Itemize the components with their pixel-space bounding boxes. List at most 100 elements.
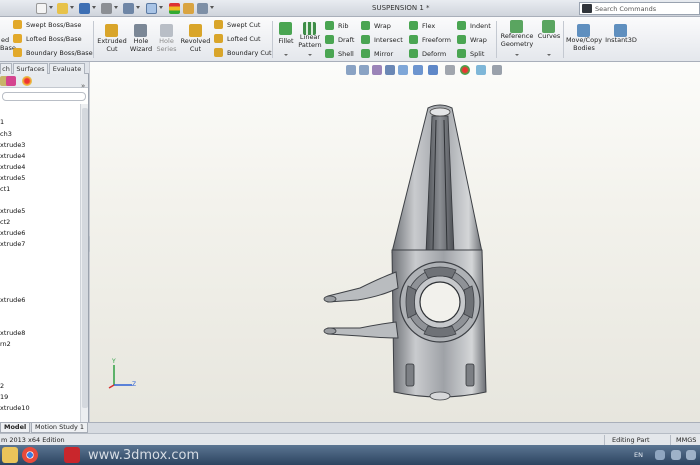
tab-motion-study-1[interactable]: Motion Study 1 bbox=[31, 423, 89, 433]
flex-button[interactable]: Flex bbox=[422, 22, 435, 30]
feature-tree-item[interactable]: xtrude10 bbox=[0, 404, 30, 412]
split-button[interactable]: Split bbox=[470, 50, 484, 58]
fillet-button[interactable]: Fillet bbox=[274, 37, 298, 46]
folder-taskbar-icon[interactable] bbox=[2, 447, 18, 463]
configuration-manager-icon[interactable] bbox=[6, 76, 16, 86]
wrap-button[interactable]: Wrap bbox=[374, 22, 391, 30]
select-dropdown-icon[interactable] bbox=[159, 6, 163, 9]
wrap-2-button[interactable]: Wrap bbox=[470, 36, 487, 44]
save-icon[interactable] bbox=[79, 3, 90, 14]
language-indicator[interactable]: EN bbox=[634, 451, 643, 459]
mirror-button[interactable]: Mirror bbox=[374, 50, 393, 58]
indent-button[interactable]: Indent bbox=[470, 22, 491, 30]
new-document-icon[interactable] bbox=[36, 3, 47, 14]
swept-boss-button[interactable]: Swept Boss/Base bbox=[26, 21, 81, 29]
open-folder-icon[interactable] bbox=[57, 3, 68, 14]
feature-tree-item[interactable]: xtrude5 bbox=[0, 207, 25, 215]
hide-show-items-icon[interactable] bbox=[445, 65, 455, 75]
feature-tree-item[interactable]: xtrude6 bbox=[0, 296, 25, 304]
display-style-icon[interactable] bbox=[428, 65, 438, 75]
feature-tree-item[interactable]: xtrude7 bbox=[0, 240, 25, 248]
display-manager-icon[interactable] bbox=[22, 76, 32, 86]
tab-surfaces[interactable]: Surfaces bbox=[13, 63, 48, 74]
shell-button[interactable]: Shell bbox=[338, 50, 354, 58]
deform-button[interactable]: Deform bbox=[422, 50, 446, 58]
feature-tree-item[interactable]: ct1 bbox=[0, 185, 10, 193]
boundary-boss-button[interactable]: Boundary Boss/Base bbox=[26, 49, 93, 57]
draft-button[interactable]: Draft bbox=[338, 36, 354, 44]
units-text[interactable]: MMGS bbox=[676, 436, 696, 444]
tray-icon[interactable] bbox=[655, 450, 665, 460]
lofted-cut-button[interactable]: Lofted Cut bbox=[227, 35, 261, 43]
view-orientation-icon[interactable] bbox=[413, 65, 423, 75]
extruded-boss-label-partial[interactable]: ed bbox=[1, 36, 9, 44]
reference-geometry-button[interactable]: Reference Geometry bbox=[498, 32, 536, 48]
feature-tree-item[interactable]: rn2 bbox=[0, 340, 11, 348]
feature-tree-item[interactable]: 19 bbox=[0, 393, 8, 401]
dynamic-annotation-icon[interactable] bbox=[398, 65, 408, 75]
lofted-boss-button[interactable]: Lofted Boss/Base bbox=[26, 35, 82, 43]
curves-dropdown-icon[interactable] bbox=[547, 54, 551, 56]
linear-pattern-dropdown-icon[interactable] bbox=[308, 54, 312, 56]
instant3d-button[interactable]: Instant3D bbox=[603, 36, 639, 45]
scroll-thumb[interactable] bbox=[82, 108, 88, 408]
undo-dropdown-icon[interactable] bbox=[136, 6, 140, 9]
undo-icon[interactable] bbox=[123, 3, 134, 14]
file-properties-icon[interactable] bbox=[183, 3, 194, 14]
open-dropdown-icon[interactable] bbox=[70, 6, 74, 9]
linear-pattern-button[interactable]: Linear Pattern bbox=[296, 33, 324, 49]
print-dropdown-icon[interactable] bbox=[114, 6, 118, 9]
feature-tree-item[interactable]: xtrude4 bbox=[0, 163, 25, 171]
zoom-to-fit-icon[interactable] bbox=[346, 65, 356, 75]
curves-button[interactable]: Curves bbox=[535, 32, 563, 41]
suspension-part-model[interactable] bbox=[320, 102, 560, 404]
revolved-cut-button[interactable]: Revolved Cut bbox=[179, 37, 212, 53]
intersect-icon bbox=[361, 35, 370, 44]
search-commands-input[interactable]: Search Commands bbox=[579, 2, 700, 15]
expand-panel-icon[interactable]: » bbox=[81, 82, 85, 90]
freeform-button[interactable]: Freeform bbox=[422, 36, 451, 44]
options-icon[interactable] bbox=[197, 3, 208, 14]
solidworks-taskbar-icon[interactable] bbox=[64, 447, 80, 463]
new-dropdown-icon[interactable] bbox=[49, 6, 53, 9]
feature-tree-item[interactable]: xtrude4 bbox=[0, 152, 25, 160]
feature-tree-item[interactable]: xtrude8 bbox=[0, 329, 25, 337]
swept-cut-button[interactable]: Swept Cut bbox=[227, 21, 260, 29]
print-icon[interactable] bbox=[101, 3, 112, 14]
feature-tree-item[interactable]: 1 bbox=[0, 118, 4, 126]
network-tray-icon[interactable] bbox=[686, 450, 696, 460]
edit-appearance-icon[interactable] bbox=[460, 65, 470, 75]
feature-tree-item[interactable]: xtrude3 bbox=[0, 141, 25, 149]
section-view-icon[interactable] bbox=[385, 65, 395, 75]
zoom-to-area-icon[interactable] bbox=[359, 65, 369, 75]
rib-button[interactable]: Rib bbox=[338, 22, 348, 30]
fillet-dropdown-icon[interactable] bbox=[284, 54, 288, 56]
extruded-cut-button[interactable]: Extruded Cut bbox=[96, 37, 128, 53]
save-dropdown-icon[interactable] bbox=[92, 6, 96, 9]
chrome-taskbar-icon[interactable] bbox=[22, 447, 38, 463]
select-icon[interactable] bbox=[146, 3, 157, 14]
boundary-cut-button[interactable]: Boundary Cut bbox=[227, 49, 272, 57]
feature-tree-scrollbar[interactable] bbox=[80, 104, 88, 422]
feature-tree-item[interactable]: xtrude6 bbox=[0, 229, 25, 237]
rebuild-icon[interactable] bbox=[169, 3, 180, 14]
feature-tree-item[interactable]: ct2 bbox=[0, 218, 10, 226]
volume-tray-icon[interactable] bbox=[671, 450, 681, 460]
feature-tree-item[interactable]: ch3 bbox=[0, 130, 12, 138]
feature-tree-item[interactable]: 2 bbox=[0, 382, 4, 390]
tab-model[interactable]: Model bbox=[0, 423, 31, 433]
feature-filter-input[interactable] bbox=[2, 92, 86, 101]
graphics-viewport[interactable]: Y Z bbox=[90, 62, 700, 422]
apply-scene-icon[interactable] bbox=[476, 65, 486, 75]
move-copy-bodies-button[interactable]: Move/Copy Bodies bbox=[565, 36, 603, 52]
tab-sketch[interactable]: ch bbox=[0, 63, 12, 74]
options-dropdown-icon[interactable] bbox=[210, 6, 214, 9]
tab-evaluate[interactable]: Evaluate bbox=[49, 63, 85, 74]
feature-tree-item[interactable]: xtrude5 bbox=[0, 174, 25, 182]
reference-geometry-dropdown-icon[interactable] bbox=[515, 54, 519, 56]
view-settings-icon[interactable] bbox=[492, 65, 502, 75]
previous-view-icon[interactable] bbox=[372, 65, 382, 75]
hole-series-button[interactable]: Hole Series bbox=[153, 37, 180, 53]
intersect-button[interactable]: Intersect bbox=[374, 36, 403, 44]
hole-wizard-button[interactable]: Hole Wizard bbox=[127, 37, 155, 53]
